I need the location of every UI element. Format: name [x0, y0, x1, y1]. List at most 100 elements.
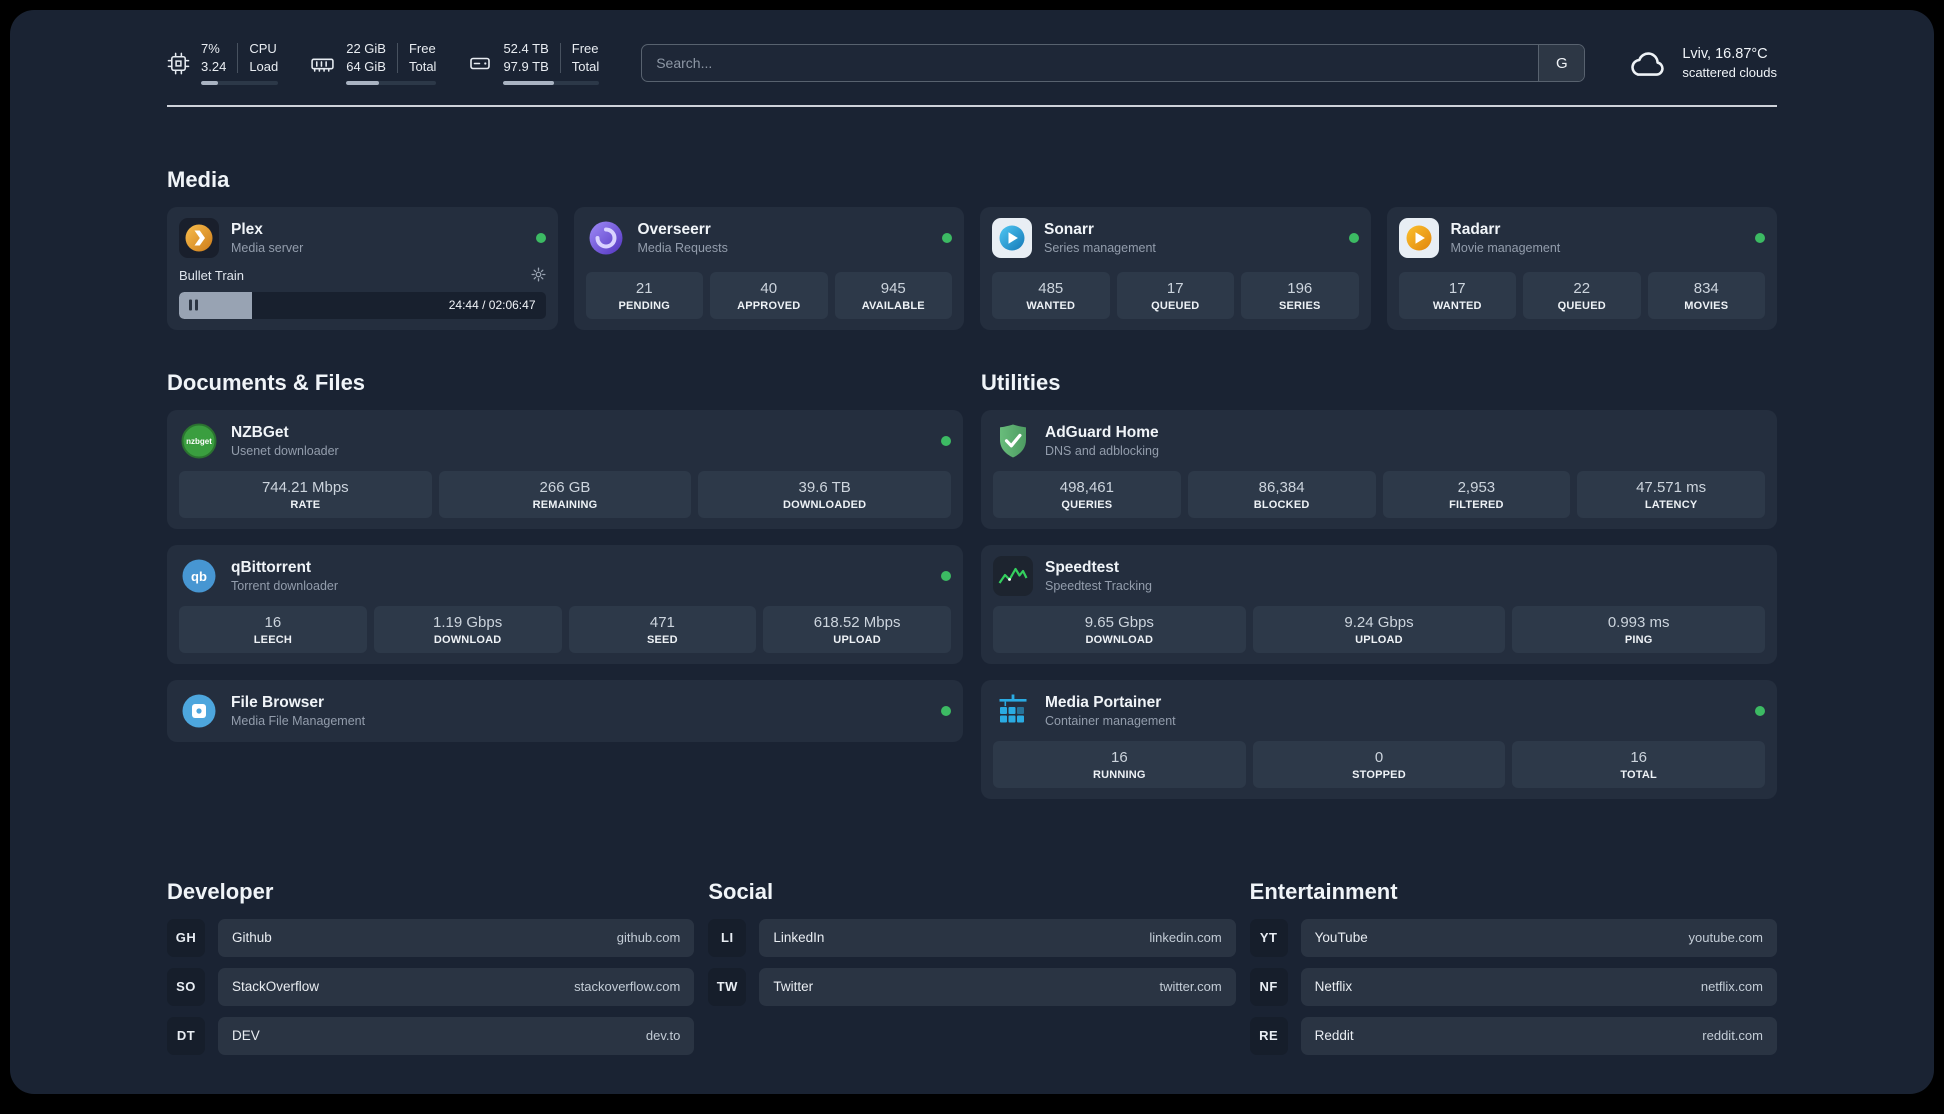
- qbittorrent-icon: qb: [179, 556, 219, 596]
- bookmark-url: twitter.com: [1159, 979, 1222, 995]
- stat-tile: 39.6 TB DOWNLOADED: [698, 470, 951, 518]
- app-card-portainer[interactable]: Media Portainer Container management 16 …: [981, 679, 1777, 799]
- disk-label-free: Free: [571, 41, 599, 56]
- dev-icon: DT: [167, 1016, 205, 1055]
- disk-label-total: Total: [571, 59, 600, 75]
- app-name: File Browser: [231, 693, 325, 711]
- weather-location: Lviv, 16.87°C: [1682, 46, 1768, 63]
- stackoverflow-icon: SO: [167, 967, 205, 1006]
- app-desc: Usenet downloader: [231, 443, 339, 458]
- radarr-icon: [1398, 217, 1439, 258]
- app-card-nzbget[interactable]: nzbget NZBGet Usenet downloader 744.21 M…: [167, 409, 963, 529]
- bookmark-netflix[interactable]: NF Netflix netflix.com: [1249, 967, 1777, 1006]
- app-name: Plex: [231, 220, 263, 238]
- stat-tile: 485 WANTED: [992, 271, 1110, 319]
- playback-time: 24:44 / 02:06:47: [448, 298, 536, 313]
- dashboard-frame: 7% 3.24 CPU Load 22 GiB 64 GiB Free Tota…: [10, 10, 1934, 1094]
- sonarr-icon: [992, 217, 1032, 258]
- bookmark-linkedin[interactable]: LI LinkedIn linkedin.com: [708, 918, 1236, 957]
- bookmark-name: YouTube: [1314, 930, 1368, 946]
- bookmark-dev[interactable]: DT DEV dev.to: [167, 1016, 695, 1055]
- memory-metric: 22 GiB 64 GiB Free Total: [310, 41, 437, 85]
- search-engine-button[interactable]: G: [1538, 45, 1585, 82]
- app-desc: Speedtest Tracking: [1045, 578, 1153, 593]
- stat-tile: 196 SERIES: [1241, 271, 1359, 319]
- bookmark-twitter[interactable]: TW Twitter twitter.com: [708, 967, 1236, 1006]
- bookmark-group-social: Social LI LinkedIn linkedin.com TW Twitt…: [708, 879, 1236, 1017]
- ram-label-free: Free: [408, 41, 436, 56]
- stat-tile: 945 AVAILABLE: [834, 271, 952, 319]
- app-card-adguard[interactable]: AdGuard Home DNS and adblocking 498,461 …: [981, 409, 1777, 529]
- bookmark-url: linkedin.com: [1149, 930, 1222, 946]
- app-name: AdGuard Home: [1045, 423, 1159, 441]
- speedtest-icon: [993, 555, 1033, 596]
- system-metrics: 7% 3.24 CPU Load 22 GiB 64 GiB Free Tota…: [167, 41, 600, 85]
- ram-progress-bar: [346, 80, 437, 85]
- bookmark-reddit[interactable]: RE Reddit reddit.com: [1249, 1016, 1777, 1055]
- app-name: Overseerr: [637, 220, 711, 238]
- cpu-value-load: 3.24: [201, 59, 227, 75]
- stat-tile: 47.571 ms LATENCY: [1577, 470, 1765, 518]
- stat-tile: 0.993 ms PING: [1512, 605, 1765, 653]
- adguard-icon: [993, 421, 1033, 461]
- weather-widget[interactable]: Lviv, 16.87°C scattered clouds: [1627, 46, 1777, 80]
- status-dot: [941, 705, 951, 716]
- ram-free-value: 22 GiB: [346, 41, 386, 56]
- disk-icon: [470, 57, 491, 70]
- cpu-progress-fill: [201, 80, 218, 85]
- stat-tile: 86,384 BLOCKED: [1187, 470, 1376, 518]
- app-card-qbittorrent[interactable]: qb qBittorrent Torrent downloader 16 LEE…: [167, 544, 963, 664]
- app-desc: Media File Management: [231, 713, 366, 728]
- stat-tile: 471 SEED: [568, 605, 757, 653]
- bookmark-github[interactable]: GH Github github.com: [167, 918, 695, 957]
- stat-tile: 22 QUEUED: [1523, 271, 1641, 319]
- topbar: 7% 3.24 CPU Load 22 GiB 64 GiB Free Tota…: [167, 41, 1777, 85]
- metric-separator: [396, 43, 398, 74]
- bookmark-youtube[interactable]: YT YouTube youtube.com: [1249, 918, 1777, 957]
- status-dot: [1755, 705, 1765, 716]
- app-card-radarr[interactable]: Radarr Movie management 17 WANTED 22 QUE…: [1386, 206, 1777, 330]
- section-title-media: Media: [167, 166, 230, 192]
- app-card-sonarr[interactable]: Sonarr Series management 485 WANTED 17 Q…: [980, 206, 1371, 330]
- bookmark-stackoverflow[interactable]: SO StackOverflow stackoverflow.com: [167, 967, 695, 1006]
- app-desc: Container management: [1045, 713, 1176, 728]
- search-input[interactable]: [642, 45, 1539, 82]
- stat-tile: 9.65 Gbps DOWNLOAD: [993, 605, 1246, 653]
- section-title-developer: Developer: [167, 878, 274, 904]
- stat-tile: 16 TOTAL: [1512, 740, 1765, 788]
- cpu-icon: [167, 52, 190, 75]
- section-documents: Documents & Files nzbget NZBGet Usenet d…: [167, 370, 963, 758]
- section-utilities: Utilities AdGuard Home DNS and adblockin…: [981, 370, 1777, 815]
- cpu-value-percent: 7%: [201, 41, 220, 56]
- section-title-utilities: Utilities: [981, 369, 1061, 395]
- app-desc: Media Requests: [637, 240, 728, 255]
- bookmark-name: StackOverflow: [232, 979, 320, 995]
- stat-tile: 17 WANTED: [1398, 271, 1516, 319]
- disk-metric: 52.4 TB 97.9 TB Free Total: [468, 41, 600, 85]
- linkedin-icon: LI: [708, 918, 747, 957]
- stat-tile: 744.21 Mbps RATE: [179, 470, 432, 518]
- bookmark-group-developer: Developer GH Github github.com SO StackO…: [167, 878, 695, 1066]
- cpu-label-2: Load: [249, 59, 279, 75]
- stat-tile: 16 LEECH: [179, 605, 367, 653]
- disk-free-value: 52.4 TB: [503, 41, 549, 56]
- nzbget-icon: nzbget: [179, 421, 219, 461]
- bookmark-url: youtube.com: [1688, 930, 1763, 946]
- disk-progress-fill: [503, 80, 555, 85]
- section-title-documents: Documents & Files: [167, 369, 366, 395]
- topbar-divider: [167, 104, 1777, 107]
- settings-icon[interactable]: [530, 267, 546, 285]
- app-desc: DNS and adblocking: [1045, 443, 1159, 458]
- pause-icon[interactable]: [189, 299, 198, 311]
- app-card-speedtest[interactable]: Speedtest Speedtest Tracking 9.65 Gbps D…: [981, 544, 1777, 664]
- app-card-filebrowser[interactable]: File Browser Media File Management: [167, 679, 963, 742]
- stat-tile: 9.24 Gbps UPLOAD: [1252, 605, 1506, 653]
- app-card-plex[interactable]: Plex Media server Bullet Train 24:44 / 0…: [167, 206, 558, 330]
- status-dot: [1755, 232, 1765, 243]
- cpu-progress-bar: [201, 80, 279, 85]
- app-name: qBittorrent: [231, 558, 312, 576]
- app-card-overseerr[interactable]: Overseerr Media Requests 21 PENDING 40 A…: [573, 206, 964, 330]
- playback-progress-bar[interactable]: 24:44 / 02:06:47: [179, 291, 546, 319]
- stat-tile: 17 QUEUED: [1116, 271, 1234, 319]
- bookmark-url: dev.to: [645, 1028, 681, 1044]
